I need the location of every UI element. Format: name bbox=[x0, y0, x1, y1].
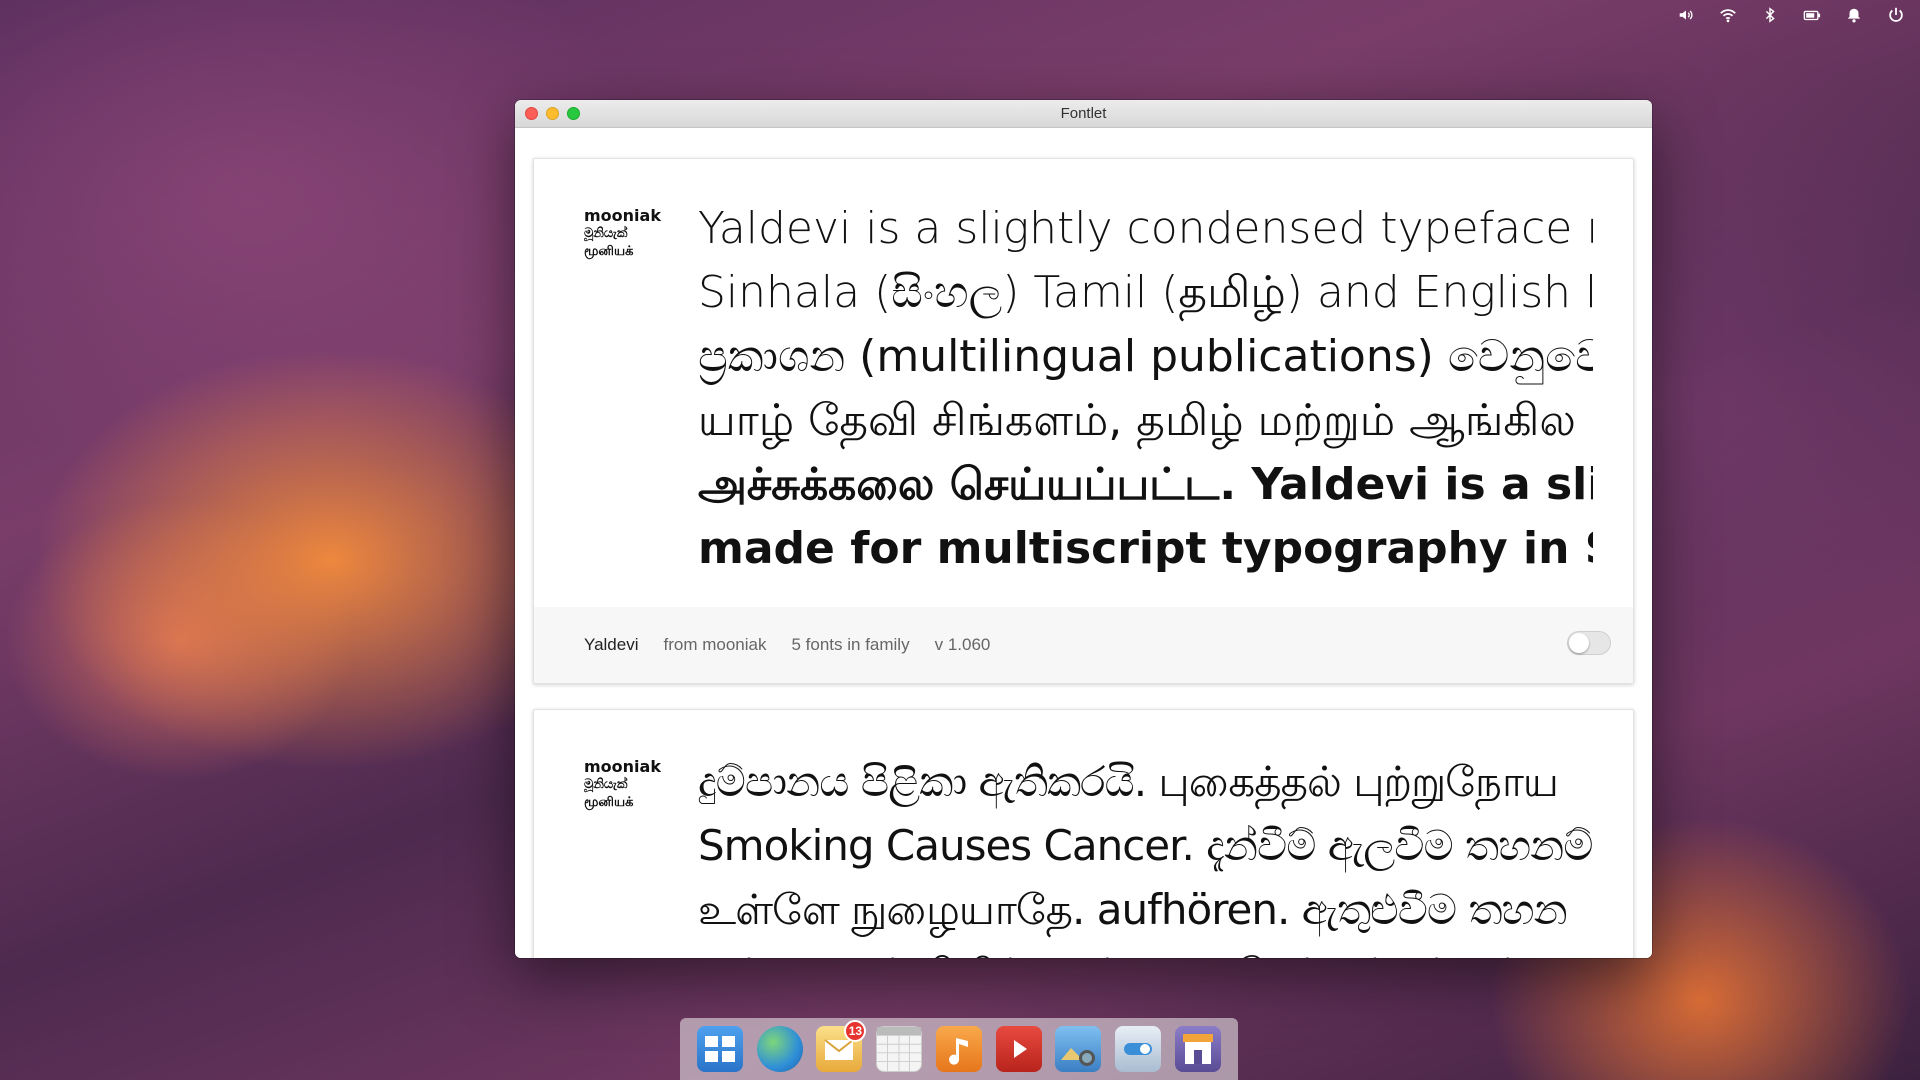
toggle-knob bbox=[1569, 633, 1589, 653]
system-tray bbox=[1676, 5, 1906, 25]
volume-icon[interactable] bbox=[1676, 5, 1696, 25]
music-icon[interactable] bbox=[935, 1026, 982, 1072]
foundry-logo-line: mooniak bbox=[584, 206, 661, 225]
mail-icon[interactable]: 13 bbox=[816, 1020, 867, 1072]
window-title: Fontlet bbox=[1060, 105, 1107, 122]
dock: 13 bbox=[680, 1018, 1238, 1080]
sample-line: ප්‍රකාශන (multilingual publications) වෙන… bbox=[698, 331, 1593, 382]
maximize-button[interactable] bbox=[567, 107, 580, 120]
font-sample-text: Yaldevi is a slightly condensed typeface… bbox=[698, 197, 1593, 581]
font-card-footer: Yaldevi from mooniak 5 fonts in family v… bbox=[534, 607, 1633, 683]
notification-icon[interactable] bbox=[1844, 5, 1864, 25]
foundry-logo-line: மூனியக் bbox=[584, 795, 634, 810]
top-panel bbox=[0, 0, 1920, 30]
sample-line: ஒட்டுவதும் கிழிப்பதும் தடைசெய்யப்பட்டுள்… bbox=[698, 942, 1593, 958]
window-titlebar[interactable]: Fontlet bbox=[515, 100, 1652, 128]
sample-line: யாழ் தேவி சிங்களம், தமிழ் மற்றும் ஆங்கில bbox=[698, 395, 1576, 446]
sample-line: දුම්පානය පිළිකා ඇතිකරයි. புகைத்தல் புற்ற… bbox=[698, 757, 1559, 806]
fontlet-window: Fontlet mooniak මූනියැක් மூனியக் Yaldevi… bbox=[515, 100, 1652, 958]
sample-line: Smoking Causes Cancer. දැන්වීම් ඇලවීම තහ… bbox=[698, 821, 1593, 870]
font-foundry[interactable]: from mooniak bbox=[664, 635, 767, 655]
sample-line: அச்சுக்கலை செய்யப்பட்ட. Yaldevi is a sli… bbox=[698, 459, 1593, 510]
font-family-name: Yaldevi bbox=[584, 635, 639, 654]
sample-line: made for multiscript typography in Sinha… bbox=[698, 523, 1593, 574]
multitasking-view-icon[interactable] bbox=[696, 1026, 743, 1072]
foundry-logo: mooniak මූනියැක් மூனியக் bbox=[584, 758, 674, 812]
photos-icon[interactable] bbox=[1055, 1026, 1102, 1072]
web-browser-icon[interactable] bbox=[756, 1026, 803, 1072]
minimize-button[interactable] bbox=[546, 107, 559, 120]
sample-line: உள்ளே நுழையாதே. aufhören. ඇතුළුවීම තහන bbox=[698, 885, 1568, 934]
foundry-logo-line: மூனியக் bbox=[584, 244, 634, 259]
unread-badge: 13 bbox=[844, 1020, 867, 1042]
system-settings-icon[interactable] bbox=[1115, 1026, 1162, 1072]
wifi-icon[interactable] bbox=[1718, 5, 1738, 25]
sample-line: Sinhala (සිංහල) Tamil (தமிழ்) and Englis… bbox=[698, 267, 1593, 318]
font-card: mooniak මූනියැක් மூனியக் දුම්පානය පිළිකා… bbox=[533, 709, 1634, 958]
app-center-icon[interactable] bbox=[1175, 1026, 1221, 1072]
install-toggle[interactable] bbox=[1567, 631, 1611, 655]
font-card: mooniak මූනියැක් மூனியக் Yaldevi is a sl… bbox=[533, 158, 1634, 684]
foundry-logo-line: මූනියැක් bbox=[584, 226, 628, 241]
foundry-logo-line: මූනියැක් bbox=[584, 777, 628, 792]
font-list[interactable]: mooniak මූනියැක් மூனியக் Yaldevi is a sl… bbox=[515, 128, 1652, 958]
foundry-logo-line: mooniak bbox=[584, 757, 661, 776]
calendar-icon[interactable] bbox=[876, 1026, 923, 1072]
font-version: v 1.060 bbox=[934, 635, 991, 654]
sample-line: Yaldevi is a slightly condensed typeface… bbox=[698, 203, 1593, 254]
close-button[interactable] bbox=[525, 107, 538, 120]
window-controls bbox=[525, 107, 580, 120]
font-count: 5 fonts in family bbox=[791, 635, 910, 654]
videos-icon[interactable] bbox=[995, 1026, 1042, 1072]
battery-icon[interactable] bbox=[1802, 5, 1822, 25]
font-sample-text: දුම්පානය පිළිකා ඇතිකරයි. புகைத்தல் புற்ற… bbox=[698, 750, 1593, 958]
power-icon[interactable] bbox=[1886, 5, 1906, 25]
bluetooth-icon[interactable] bbox=[1760, 5, 1780, 25]
foundry-logo: mooniak මූනියැක් மூனியக் bbox=[584, 207, 674, 261]
